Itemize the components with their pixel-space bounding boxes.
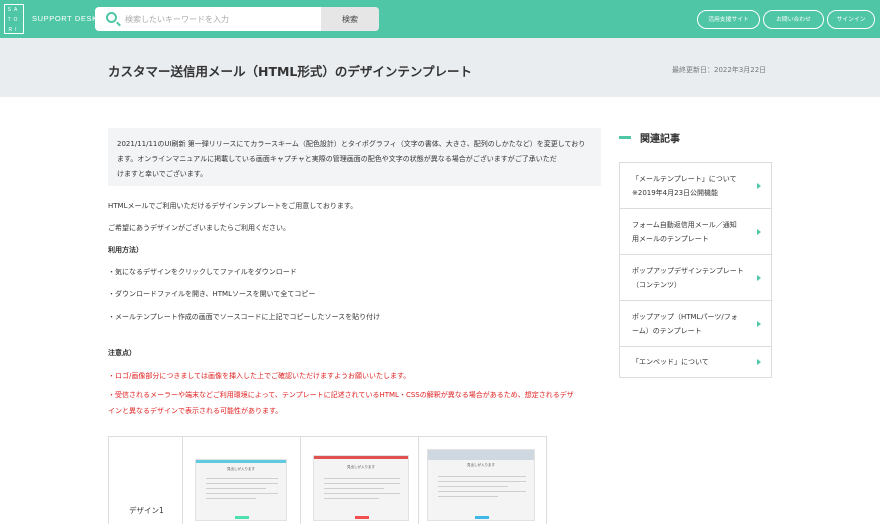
design-row-label: デザイン1 <box>129 506 164 515</box>
signin-button[interactable]: サインイン <box>827 10 875 29</box>
design-thumbnail[interactable]: 見出しが入ります <box>427 449 535 521</box>
thumb-title: 見出しが入ります <box>347 465 375 469</box>
label-line: （コンテンツ） <box>632 281 681 289</box>
related-article-label: フォーム自動返信用メール／通知 用メールのテンプレート <box>632 218 750 246</box>
label-line: ポップアップ（HTMLパーツ/フォ <box>632 313 738 321</box>
thumb-line <box>324 478 400 479</box>
thumb-header-bar <box>314 456 408 459</box>
related-article-item[interactable]: 「エンベッド」について <box>620 347 771 377</box>
thumb-line <box>206 498 256 499</box>
search-bar: 検索 <box>95 7 379 31</box>
thumb-header-bar <box>196 460 286 463</box>
thumb-line <box>206 483 278 484</box>
usage-step: ・ダウンロードファイルを開き、HTMLソースを開いて全てコピー <box>108 290 316 298</box>
related-articles-list: 「メールテンプレート」について ※2019年4月23日公開機能 フォーム自動返信… <box>619 162 772 378</box>
chevron-right-icon <box>757 321 761 327</box>
label-line: フォーム自動返信用メール／通知 <box>632 221 737 229</box>
thumb-line <box>324 483 400 484</box>
notice-line: 2021/11/11のUI刷新 第一弾リリースにてカラースキーム（配色設計）とタ… <box>117 140 586 148</box>
thumb-line <box>206 478 278 479</box>
thumb-line <box>324 498 379 499</box>
related-article-label: 「メールテンプレート」について ※2019年4月23日公開機能 <box>632 172 750 200</box>
thumb-line <box>438 476 526 477</box>
thumb-line <box>438 496 498 497</box>
related-articles-heading: 関連記事 <box>640 134 680 145</box>
label-line: ーム）のテンプレート <box>632 327 702 335</box>
related-article-label: ポップアップ（HTMLパーツ/フォ ーム）のテンプレート <box>632 310 750 338</box>
design-table: デザイン1 見出しが入ります 見出しが入ります 見出しが入ります <box>108 436 547 524</box>
thumb-cta <box>355 516 369 519</box>
support-site-button[interactable]: 活用支援サイト <box>697 10 760 29</box>
design-cell: 見出しが入ります <box>301 437 419 524</box>
related-article-label: 「エンベッド」について <box>632 355 750 369</box>
label-line: 「エンベッド」について <box>632 358 709 366</box>
thumb-line <box>206 493 278 494</box>
top-header: SA TO RI SUPPORT DESK 検索 活用支援サイト お問い合わせ … <box>0 0 880 38</box>
search-button[interactable]: 検索 <box>321 7 379 31</box>
design-cell: 見出しが入ります <box>183 437 301 524</box>
logo-letter: RI <box>8 27 20 33</box>
thumb-cta <box>235 516 249 519</box>
label-line: ポップアップデザインテンプレート <box>632 267 744 275</box>
related-article-item[interactable]: ポップアップ（HTMLパーツ/フォ ーム）のテンプレート <box>620 301 771 347</box>
usage-heading: 利用方法） <box>108 246 143 254</box>
search-icon <box>106 12 117 23</box>
intro-text: ご希望にあうデザインがございましたらご利用ください。 <box>108 224 290 232</box>
logo-letter: SA <box>7 7 21 13</box>
last-updated: 最終更新日：2022年3月22日 <box>672 66 767 74</box>
notice-box: 2021/11/11のUI刷新 第一弾リリースにてカラースキーム（配色設計）とタ… <box>108 128 601 186</box>
thumb-title: 見出しが入ります <box>467 463 495 467</box>
usage-step: ・気になるデザインをクリックしてファイルをダウンロード <box>108 268 297 276</box>
notice-line: ます。オンラインマニュアルに掲載している画面キャプチャと実際の管理画面の配色や文… <box>117 155 557 163</box>
thumb-line <box>206 488 266 489</box>
related-article-label: ポップアップデザインテンプレート （コンテンツ） <box>632 264 750 292</box>
usage-step: ・メールテンプレート作成の画面でソースコードに上記でコピーしたソースを貼り付け <box>108 313 381 321</box>
chevron-right-icon <box>757 229 761 235</box>
thumb-line <box>438 486 508 487</box>
caution-text: ・ロゴ/画像部分につきましては画像を挿入した上でご確認いただけますようお願いいた… <box>108 372 411 380</box>
design-thumbnail[interactable]: 見出しが入ります <box>195 459 287 521</box>
label-line: ※2019年4月23日公開機能 <box>632 189 719 197</box>
related-article-item[interactable]: 「メールテンプレート」について ※2019年4月23日公開機能 <box>620 163 771 209</box>
satori-logo[interactable]: SA TO RI <box>4 4 24 34</box>
intro-text: HTMLメールでご利用いただけるデザインテンプレートをご用意しております。 <box>108 202 358 210</box>
caution-line: ・受信されるメーラーや端末などご利用環境によって、テンプレートに記述されているH… <box>108 391 574 399</box>
related-article-item[interactable]: フォーム自動返信用メール／通知 用メールのテンプレート <box>620 209 771 255</box>
design-thumbnail[interactable]: 見出しが入ります <box>313 455 409 521</box>
page-title: カスタマー送信用メール（HTML形式）のデザインテンプレート <box>108 64 473 79</box>
chevron-right-icon <box>757 183 761 189</box>
thumb-line <box>438 491 526 492</box>
thumb-cta <box>475 516 489 519</box>
search-input[interactable] <box>125 7 315 31</box>
thumb-line <box>438 481 526 482</box>
caution-text: ・受信されるメーラーや端末などご利用環境によって、テンプレートに記述されているH… <box>108 387 603 419</box>
related-article-item[interactable]: ポップアップデザインテンプレート （コンテンツ） <box>620 255 771 301</box>
caution-line: インと異なるデザインで表示される可能性があります。 <box>108 407 283 415</box>
thumb-header-bar <box>428 450 534 460</box>
thumb-line <box>324 493 400 494</box>
thumb-line <box>324 488 384 489</box>
thumb-title: 見出しが入ります <box>227 467 255 471</box>
chevron-right-icon <box>757 359 761 365</box>
chevron-right-icon <box>757 275 761 281</box>
logo-letter: TO <box>7 17 21 23</box>
design-cell: 見出しが入ります <box>419 437 537 524</box>
label-line: 「メールテンプレート」について <box>632 175 737 183</box>
contact-button[interactable]: お問い合わせ <box>763 10 824 29</box>
caution-heading: 注意点） <box>108 349 136 357</box>
heading-accent-bar <box>619 136 631 139</box>
design-row-label-cell: デザイン1 <box>109 437 183 524</box>
label-line: 用メールのテンプレート <box>632 235 709 243</box>
notice-line: けますと幸いでございます。 <box>117 170 208 178</box>
brand-name[interactable]: SUPPORT DESK <box>32 14 98 23</box>
